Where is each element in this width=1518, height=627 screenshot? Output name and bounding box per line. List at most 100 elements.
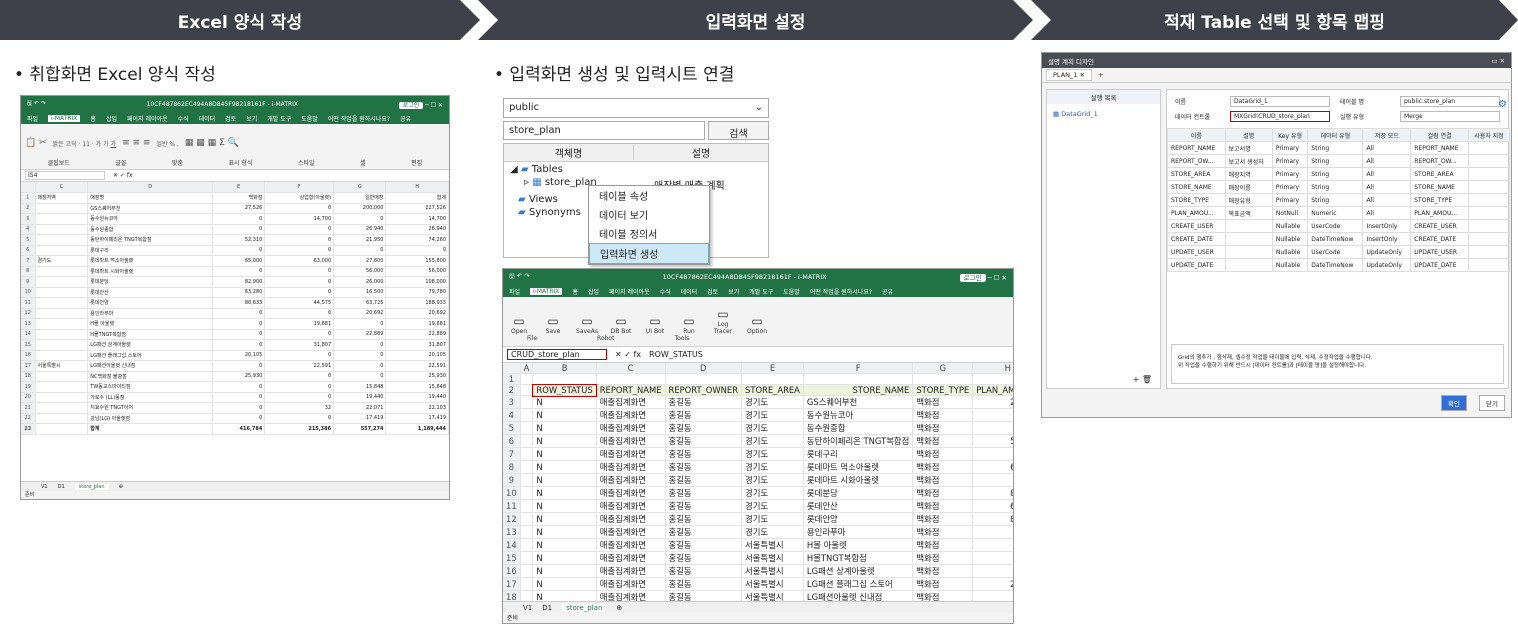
table-cell[interactable]: 0 [972,408,1013,423]
table-cell[interactable]: 63,280 [212,287,266,298]
grid-cell[interactable] [1224,219,1273,233]
grid-cell[interactable]: All [1362,180,1412,194]
table-cell[interactable] [520,384,534,397]
table-cell[interactable]: 매출집계화면 [596,499,666,514]
table-cell[interactable]: 상업형(아울렛) [264,192,335,204]
grid-cell[interactable] [1467,219,1511,233]
table-cell[interactable]: 경기도 [741,486,804,501]
grid-cell[interactable]: InsertOnly [1362,219,1412,233]
table-cell[interactable]: 27,526 [212,203,266,214]
table-cell[interactable]: 롯데구리 [803,447,914,462]
table-cell[interactable]: H [385,182,449,193]
table-cell[interactable]: 0 [264,392,335,403]
ribbon-button[interactable]: ▭ Log Tracer [711,307,735,335]
table-cell[interactable]: 20,105 [212,350,266,361]
grid-cell[interactable]: String [1307,141,1364,155]
table-cell[interactable]: 0 [333,371,387,382]
menu-item[interactable]: 페이지 레이아웃 [609,287,650,296]
ribbon-tools[interactable]: 📋 ✂ 맑은 고딕 · 11 · 가 가 가 ≡ ≡ ≡ 일반 % , ▦ ▦ … [25,128,445,158]
grid-cell[interactable]: Primary [1271,193,1309,207]
table-cell[interactable] [520,473,534,488]
table-cell[interactable]: 경기도 [741,525,804,540]
table-cell[interactable]: 0 [264,203,335,214]
grid-cell[interactable] [1467,167,1511,181]
table-cell[interactable]: 31,807 [385,339,449,351]
ribbon-button[interactable]: ▭ Save [541,314,565,335]
table-cell[interactable] [520,447,534,462]
table-cell[interactable]: N [532,447,597,462]
grid-cell[interactable]: Primary [1271,154,1309,168]
table-cell[interactable]: 19,681 [264,318,335,330]
table-cell[interactable]: H몰 아울렛 [803,538,914,553]
table-cell[interactable]: 백화점 [912,395,974,410]
table-cell[interactable] [35,234,89,246]
grid-cell[interactable]: 목표금액 [1224,206,1273,220]
menu-item[interactable]: 수식 [178,114,189,123]
table-cell[interactable]: 롯데안산 [87,287,213,298]
table-cell[interactable]: 0 [212,402,266,414]
menu-item[interactable]: 공유 [882,287,893,296]
table-cell[interactable]: 홍길동 [665,525,743,540]
table-cell[interactable]: N [532,460,597,475]
table-cell[interactable]: 서울특별시 [741,577,804,592]
table-cell[interactable] [520,486,534,501]
quick-access-icons[interactable]: 🖫 ↶ ↷ [27,99,46,109]
control-select[interactable]: MXGrid!CRUD_store_plan [1230,111,1330,122]
table-cell[interactable]: N [532,434,597,449]
table-cell[interactable]: 155,800 [385,255,449,267]
table-cell[interactable]: 매출집계화면 [596,538,666,553]
table-cell[interactable]: 동탄하이페리온 TNGT복합점 [803,434,914,449]
grid-cell[interactable]: REPORT_NAME [1167,141,1226,155]
table-cell[interactable]: G [912,363,974,375]
table-cell[interactable]: N [532,564,597,579]
table-cell[interactable]: 백화점 [912,564,974,579]
table-cell[interactable]: N [532,408,597,423]
table-cell[interactable]: LG패션 플래그십 스토어 [87,350,213,361]
table-cell[interactable]: 일반매장 [333,192,387,204]
menu-item[interactable]: 삽입 [588,287,599,296]
grid-cell[interactable] [1467,206,1511,220]
grid-cell[interactable]: Numeric [1307,206,1364,220]
grid-cell[interactable]: PLAN_AMOU... [1410,206,1469,220]
table-cell[interactable] [35,402,89,414]
name-input[interactable]: DataGrid_1 [1230,96,1330,107]
table-cell[interactable]: LG패션 플래그십 스토어 [803,577,914,592]
table-cell[interactable]: 0 [333,360,387,372]
grid-cell[interactable] [1467,193,1511,207]
grid-cell[interactable]: UPDATE_DATE [1410,258,1469,272]
sheet-tab[interactable]: store_plan [562,603,607,612]
table-cell[interactable]: 14,700 [385,213,449,225]
grid-cell[interactable]: Primary [1271,180,1309,194]
table-cell[interactable]: N [532,473,597,488]
grid-cell[interactable] [1224,258,1273,272]
table-cell[interactable]: 0 [212,266,266,277]
table-cell[interactable] [35,213,89,225]
table-cell[interactable]: 15,848 [385,381,449,393]
table-cell[interactable]: 롯데마트 시화아울렛 [803,473,914,488]
table-cell[interactable]: 매출집계화면 [596,577,666,592]
table-cell[interactable]: 0 [972,525,1013,540]
sheet-tab[interactable]: V1 [523,604,532,612]
table-cell[interactable]: 경기도 [741,460,804,475]
table-cell[interactable]: 1,189,444 [385,423,449,435]
table-cell[interactable]: C [35,182,89,193]
table-cell[interactable]: 200,000 [333,203,387,214]
table-cell[interactable]: 20,105 [972,577,1013,592]
table-cell[interactable] [520,421,534,436]
grid-row[interactable]: REPORT_NAME 보고서명 Primary String All REPORT_NA… [1167,141,1511,155]
table-cell[interactable]: 롯데분당 [803,486,914,501]
table-cell[interactable]: F [803,363,914,375]
table-cell[interactable]: 22,103 [385,402,449,414]
table-cell[interactable]: 백화점 [912,551,974,566]
table-cell[interactable] [35,287,89,298]
table-cell[interactable]: 0 [212,224,266,235]
menu-item[interactable]: 파일 [509,287,520,296]
table-cell[interactable]: 22,889 [333,329,387,340]
table-cell[interactable]: STORE_NAME [803,384,914,397]
menu-item[interactable]: 어떤 작업을 원하시나요? [810,287,872,296]
table-cell[interactable]: 0 [264,224,335,235]
table-cell[interactable]: 경기도 [741,499,804,514]
table-cell[interactable]: 17,419 [333,413,387,424]
table-cell[interactable]: 홍길동 [665,473,743,488]
table-cell[interactable]: GS스퀘어부천 [87,203,213,214]
